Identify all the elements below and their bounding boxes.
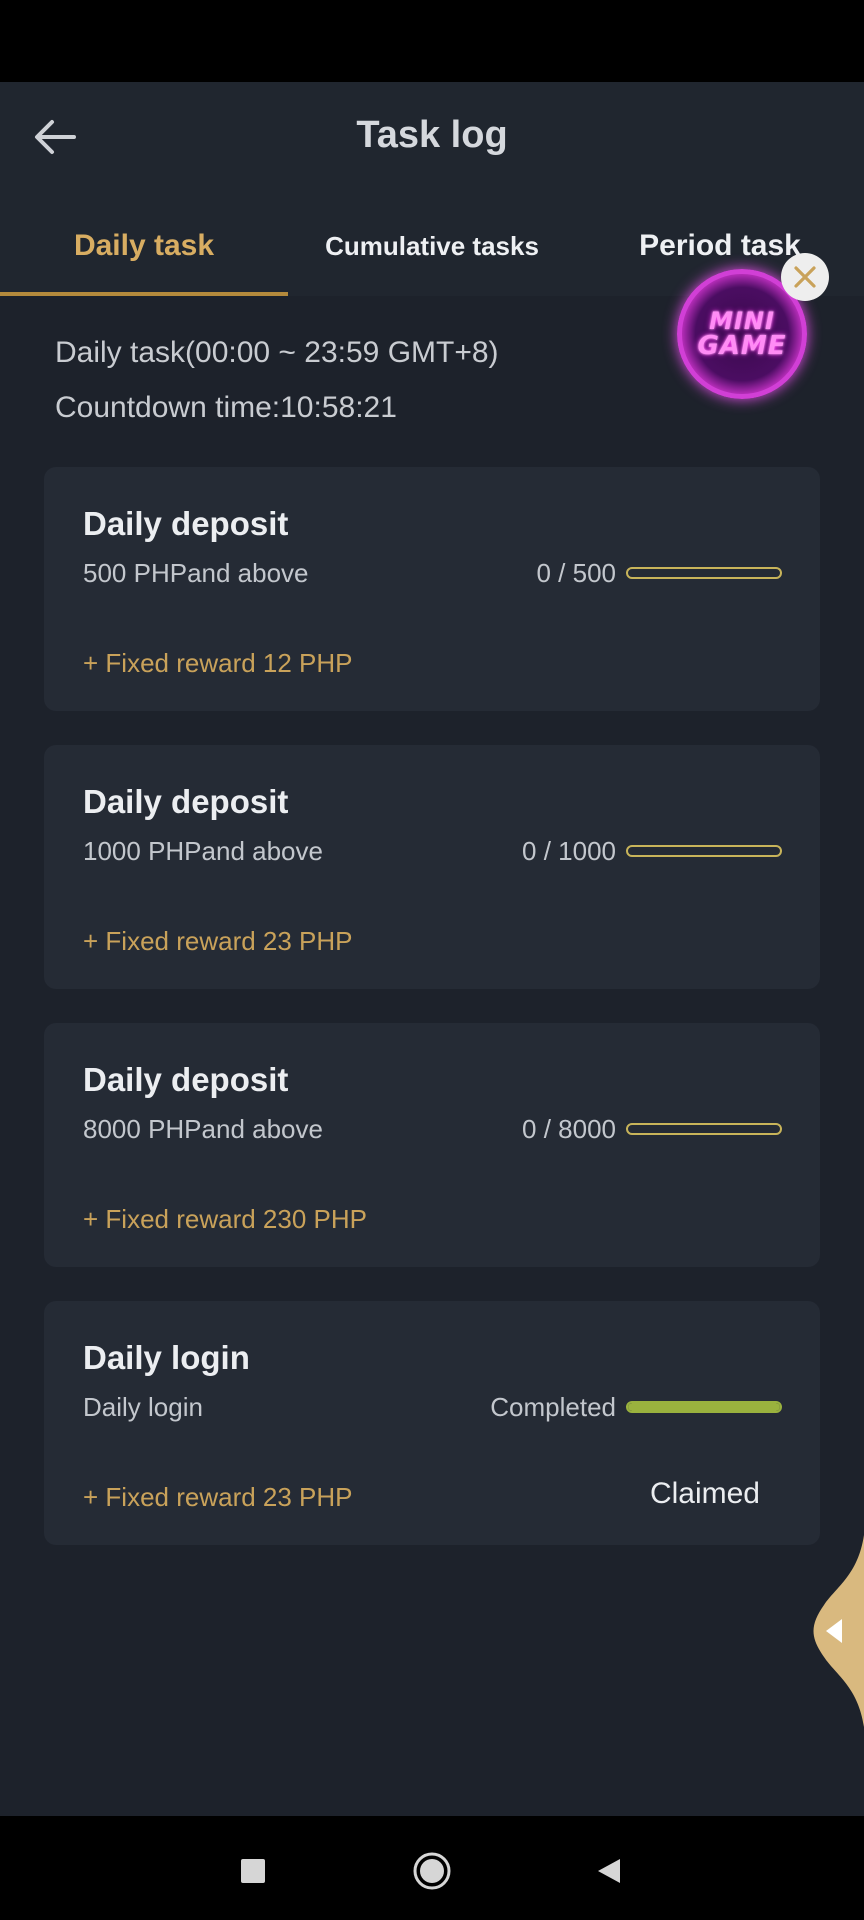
task-progress-bar [626,567,782,579]
task-requirement: 1000 PHPand above [83,836,323,866]
system-back-button[interactable] [582,1844,636,1898]
mini-game-label-1: MINI [709,307,775,335]
app-root: Task log Daily task Cumulative tasks Per… [0,0,864,1920]
task-requirement: 8000 PHPand above [83,1114,323,1144]
task-progress-text: Completed [490,1392,616,1422]
circle-icon [413,1852,451,1890]
claimed-status[interactable]: Claimed [650,1477,760,1511]
task-progress-bar [626,1123,782,1135]
task-progress-text: 0 / 500 [536,558,616,588]
task-progress-bar [626,1401,782,1413]
task-progress-bar [626,845,782,857]
recent-apps-button[interactable] [226,1844,280,1898]
task-reward: + Fixed reward 23 PHP [83,926,353,956]
triangle-left-icon [598,1859,620,1883]
status-bar [0,0,864,82]
task-reward: + Fixed reward 12 PHP [83,648,353,678]
task-title: Daily login [83,1339,250,1376]
side-drawer-handle[interactable] [806,1535,864,1727]
tab-daily-task[interactable]: Daily task [0,224,288,268]
task-card: Daily deposit 8000 PHPand above 0 / 8000… [44,1023,820,1267]
task-reward: + Fixed reward 230 PHP [83,1204,367,1234]
task-card: Daily deposit 1000 PHPand above 0 / 1000… [44,745,820,989]
tab-cumulative-tasks[interactable]: Cumulative tasks [288,224,576,268]
square-icon [241,1859,265,1883]
task-progress-text: 0 / 1000 [522,836,616,866]
task-title: Daily deposit [83,783,289,820]
home-button[interactable] [405,1844,459,1898]
countdown-text: Countdown time:10:58:21 [55,391,397,424]
task-progress-text: 0 / 8000 [522,1114,616,1144]
mini-game-label-2: GAME [697,331,787,361]
system-nav-bar [0,1816,864,1920]
page-title: Task log [356,114,508,156]
close-mini-game-button[interactable] [781,253,829,301]
task-title: Daily deposit [83,505,289,542]
task-reward: + Fixed reward 23 PHP [83,1482,353,1512]
task-requirement: Daily login [83,1392,203,1422]
task-title: Daily deposit [83,1061,289,1098]
task-progress-fill [628,1403,780,1411]
active-tab-indicator [0,292,288,296]
close-icon [794,266,816,288]
daily-time-range: Daily task(00:00 ~ 23:59 GMT+8) [55,336,499,369]
task-card: Daily deposit 500 PHPand above 0 / 500 +… [44,467,820,711]
task-card: Daily login Daily login Completed + Fixe… [44,1301,820,1545]
task-requirement: 500 PHPand above [83,558,309,588]
